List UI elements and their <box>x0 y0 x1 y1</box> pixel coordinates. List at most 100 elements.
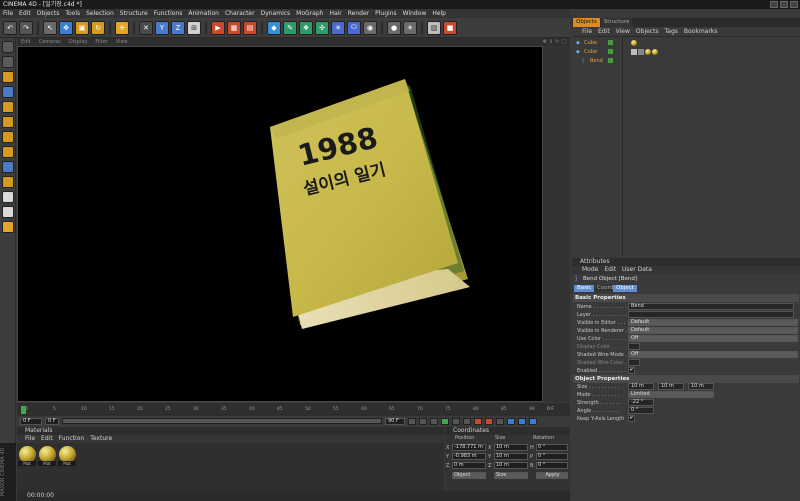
menu-hair[interactable]: Hair <box>329 9 341 18</box>
viewport-menu-display[interactable]: Display <box>69 38 87 46</box>
visible-in-renderer-dropdown[interactable]: Default <box>628 327 798 334</box>
viewport-layout-icon[interactable]: ▢ <box>561 38 566 46</box>
attributes-menu-mode[interactable]: Mode <box>582 266 598 274</box>
attributes-menu-edit[interactable]: Edit <box>604 266 616 274</box>
attr-tab-object[interactable]: Object <box>613 285 637 292</box>
texture-tag-icon[interactable] <box>652 49 658 55</box>
coord-size-dropdown[interactable]: Size <box>494 472 528 479</box>
objects-menu-file[interactable]: File <box>582 27 592 36</box>
live-selection-icon[interactable]: ↖ <box>43 20 57 35</box>
angle-field[interactable]: 0 ° <box>628 407 654 414</box>
menu-plugins[interactable]: Plugins <box>375 9 397 18</box>
menu-help[interactable]: Help <box>432 9 446 18</box>
name-field[interactable]: Bend <box>628 303 794 310</box>
viewport-zoom-icon[interactable]: ⇕ <box>549 38 553 46</box>
material-label[interactable]: Mat <box>18 461 36 466</box>
checker-icon[interactable] <box>2 191 14 203</box>
attributes-menu-user-data[interactable]: User Data <box>622 266 652 274</box>
material-label[interactable]: Mat <box>58 461 76 466</box>
shaded-wire-color-swatch[interactable] <box>628 359 640 366</box>
autokey-icon[interactable] <box>485 417 493 425</box>
render-picture-viewer-icon[interactable]: ▦ <box>227 20 241 35</box>
visibility-check[interactable] <box>608 40 613 45</box>
start-frame-field[interactable]: 0 F <box>45 417 59 425</box>
viewport-menu-filter[interactable]: Filter <box>95 38 107 46</box>
stop-icon[interactable]: ■ <box>443 20 457 35</box>
rotation-h-field[interactable]: 0 ° <box>536 444 568 451</box>
objects-menu-tags[interactable]: Tags <box>665 27 678 36</box>
rotation-key-icon[interactable] <box>529 417 537 425</box>
environment-icon[interactable]: ◉ <box>363 20 377 35</box>
object-properties-section[interactable]: Object Properties <box>573 375 799 383</box>
layer-field[interactable] <box>628 311 794 318</box>
z-axis-lock-icon[interactable]: Z <box>171 20 185 35</box>
tab-structure[interactable]: Structure <box>600 18 633 27</box>
viewport-3d[interactable]: 1988 설이의 일기 <box>17 46 543 402</box>
position-key-icon[interactable] <box>507 417 515 425</box>
nurbs-icon[interactable]: ❖ <box>299 20 313 35</box>
mode-dropdown[interactable]: Limited <box>628 391 714 398</box>
y-axis-lock-icon[interactable]: Y <box>155 20 169 35</box>
goto-start-icon[interactable] <box>408 417 416 425</box>
sculpt-icon[interactable] <box>2 221 14 233</box>
visible-in-editor-dropdown[interactable]: Default <box>628 319 798 326</box>
strength-field[interactable]: -22 ° <box>628 399 654 406</box>
object-name[interactable]: Cube <box>584 48 597 56</box>
menu-functions[interactable]: Functions <box>154 9 183 18</box>
attr-tab-basic[interactable]: Basic <box>574 285 595 292</box>
play-back-icon[interactable] <box>430 417 438 425</box>
objects-menu-view[interactable]: View <box>616 27 630 36</box>
scale-icon[interactable]: ▣ <box>75 20 89 35</box>
size-x-field[interactable]: 10 m <box>628 383 654 390</box>
visibility-check[interactable] <box>608 58 613 63</box>
solo-icon[interactable] <box>2 206 14 218</box>
object-row[interactable]: ◆ Cube <box>574 48 798 56</box>
array-icon[interactable]: ✣ <box>315 20 329 35</box>
texture-tag-icon[interactable] <box>645 49 651 55</box>
viewport-menu-view[interactable]: View <box>116 38 128 46</box>
phong-tag-icon[interactable] <box>631 49 637 55</box>
coord-system-icon[interactable]: ⊞ <box>187 20 201 35</box>
shaded-wire-mode-dropdown[interactable]: Off <box>628 351 798 358</box>
object-row[interactable]: ⟆ Bend <box>574 57 798 65</box>
position-x-field[interactable]: -178.771 m <box>452 444 486 451</box>
texture-tag-icon[interactable] <box>631 40 637 46</box>
materials-menu-texture[interactable]: Texture <box>90 435 112 443</box>
menu-window[interactable]: Window <box>403 9 427 18</box>
objects-menu-objects[interactable]: Objects <box>636 27 659 36</box>
object-name[interactable]: Bend <box>590 57 603 65</box>
spline-icon[interactable]: ✎ <box>283 20 297 35</box>
object-name[interactable]: Cube <box>584 39 597 47</box>
minimize-icon[interactable] <box>770 1 778 8</box>
polygons-mode-icon[interactable] <box>2 146 14 158</box>
object-row[interactable]: ◆ Cube <box>574 39 798 47</box>
make-editable-icon[interactable] <box>2 41 14 53</box>
size-z-field[interactable]: 10 m <box>494 462 528 469</box>
scale-key-icon[interactable] <box>518 417 526 425</box>
record-icon[interactable] <box>474 417 482 425</box>
menu-render[interactable]: Render <box>348 9 369 18</box>
rotation-p-field[interactable]: 0 ° <box>536 453 568 460</box>
snap-icon[interactable] <box>2 176 14 188</box>
rotation-b-field[interactable]: 0 ° <box>536 462 568 469</box>
apply-button[interactable]: Apply <box>536 472 568 479</box>
render-view-icon[interactable]: ▶ <box>211 20 225 35</box>
keep-y-axis-checkbox[interactable]: ✔ <box>628 415 635 422</box>
end-frame-field[interactable]: 90 F <box>385 417 405 425</box>
viewport-rotate-icon[interactable]: ↻ <box>555 38 559 46</box>
menu-dynamics[interactable]: Dynamics <box>261 9 291 18</box>
menu-structure[interactable]: Structure <box>120 9 148 18</box>
light-icon[interactable]: ☀ <box>403 20 417 35</box>
viewport-menu-cameras[interactable]: Cameras <box>39 38 61 46</box>
redo-icon[interactable]: ↷ <box>19 20 33 35</box>
menu-mograph[interactable]: MoGraph <box>296 9 323 18</box>
next-key-icon[interactable] <box>452 417 460 425</box>
materials-menu-edit[interactable]: Edit <box>41 435 53 443</box>
script-icon[interactable]: ▧ <box>427 20 441 35</box>
size-y-field[interactable]: 10 m <box>658 383 684 390</box>
use-color-dropdown[interactable]: Off <box>628 335 798 342</box>
menu-selection[interactable]: Selection <box>86 9 114 18</box>
menu-edit[interactable]: Edit <box>19 9 31 18</box>
edges-mode-icon[interactable] <box>2 131 14 143</box>
scene-icon[interactable]: ⬭ <box>347 20 361 35</box>
